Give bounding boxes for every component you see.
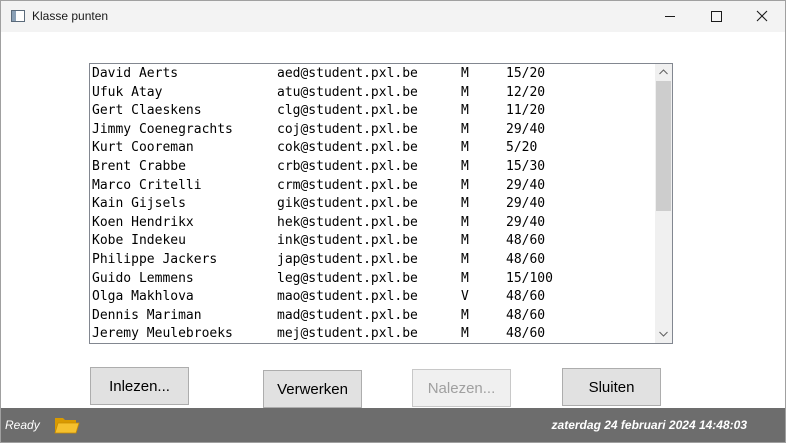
student-score: 15/30 (506, 158, 546, 174)
student-name: Jimmy Coenegrachts (92, 121, 233, 137)
sluiten-button[interactable]: Sluiten (562, 368, 661, 406)
student-score: 5/20 (506, 140, 538, 156)
student-name: Kain Gijsels (92, 196, 186, 212)
student-name: Jeremy Meulebroeks (92, 326, 233, 342)
student-sex: M (461, 103, 469, 119)
student-sex: M (461, 270, 469, 286)
student-score: 29/40 (506, 214, 546, 230)
student-email: jap@student.pxl.be (277, 251, 418, 267)
main-window: Klasse punten David Aerts aed@student.pxl… (0, 0, 786, 443)
close-button[interactable] (739, 1, 785, 32)
student-email: aed@student.pxl.be (277, 66, 418, 81)
student-email: mej@student.pxl.be (277, 326, 418, 342)
student-email: gik@student.pxl.be (277, 196, 418, 212)
student-email: crm@student.pxl.be (277, 177, 418, 193)
student-name: Gert Claeskens (92, 103, 202, 119)
student-name: Marco Critelli (92, 177, 202, 193)
student-name: Guido Lemmens (92, 270, 194, 286)
student-score: 29/40 (506, 196, 546, 212)
student-score: 48/60 (506, 326, 546, 342)
student-name: Olga Makhlova (92, 289, 194, 305)
chevron-up-icon (659, 69, 668, 75)
student-sex: V (461, 289, 469, 305)
date-time: zaterdag 24 februari 2024 14:48:03 (551, 418, 747, 432)
status-bar: Ready zaterdag 24 februari 2024 14:48:03 (1, 408, 785, 442)
inlezen-button[interactable]: Inlezen... (90, 367, 189, 405)
student-name: Brent Crabbe (92, 158, 186, 174)
student-email: leg@student.pxl.be (277, 270, 418, 286)
student-listbox[interactable]: David Aerts aed@student.pxl.be M 15/20 Ufuk … (89, 63, 673, 344)
scrollbar-thumb[interactable] (656, 81, 671, 211)
status-text: Ready (5, 418, 40, 432)
student-sex: M (461, 214, 469, 230)
student-score: 48/60 (506, 233, 546, 249)
close-icon (756, 10, 768, 22)
student-sex: M (461, 121, 469, 137)
folder-icon[interactable] (54, 415, 80, 435)
student-name: Philippe Jackers (92, 251, 218, 267)
student-sex: M (461, 251, 469, 267)
student-score: 15/100 (506, 270, 553, 286)
student-email: ink@student.pxl.be (277, 233, 418, 249)
scroll-up-button[interactable] (655, 64, 672, 81)
student-sex: M (461, 158, 469, 174)
student-score: 11/20 (506, 103, 546, 119)
student-email: mao@student.pxl.be (277, 289, 418, 305)
student-email: crb@student.pxl.be (277, 158, 418, 174)
student-score: 48/60 (506, 251, 546, 267)
student-email: mad@student.pxl.be (277, 307, 418, 323)
student-sex: M (461, 233, 469, 249)
student-score: 29/40 (506, 177, 546, 193)
chevron-down-icon (659, 331, 668, 337)
student-email: coj@student.pxl.be (277, 121, 418, 137)
student-name: Dennis Mariman (92, 307, 202, 323)
student-sex: M (461, 326, 469, 342)
student-email: hek@student.pxl.be (277, 214, 418, 230)
student-sex: M (461, 140, 469, 156)
student-email: clg@student.pxl.be (277, 103, 418, 119)
nalezen-button[interactable]: Nalezen... (412, 369, 511, 407)
verwerken-button[interactable]: Verwerken (263, 370, 362, 408)
student-sex: M (461, 196, 469, 212)
student-sex: M (461, 84, 469, 100)
student-name: David Aerts (92, 66, 179, 81)
title-bar[interactable]: Klasse punten (1, 1, 785, 32)
minimize-button[interactable] (647, 1, 693, 32)
student-name: Ufuk Atay (92, 84, 163, 100)
student-score: 12/20 (506, 84, 546, 100)
student-name: Kurt Cooreman (92, 140, 194, 156)
scroll-down-button[interactable] (655, 326, 672, 343)
student-name: Kobe Indekeu (92, 233, 186, 249)
student-email: atu@student.pxl.be (277, 84, 418, 100)
student-score: 48/60 (506, 307, 546, 323)
student-email: cok@student.pxl.be (277, 140, 418, 156)
window-title: Klasse punten (32, 9, 109, 23)
student-name: Koen Hendrikx (92, 214, 194, 230)
app-icon (11, 10, 25, 22)
student-score: 48/60 (506, 289, 546, 305)
vertical-scrollbar[interactable] (655, 64, 672, 343)
student-sex: M (461, 307, 469, 323)
maximize-button[interactable] (693, 1, 739, 32)
student-sex: M (461, 66, 469, 81)
student-sex: M (461, 177, 469, 193)
student-score: 29/40 (506, 121, 546, 137)
student-score: 15/20 (506, 66, 546, 81)
